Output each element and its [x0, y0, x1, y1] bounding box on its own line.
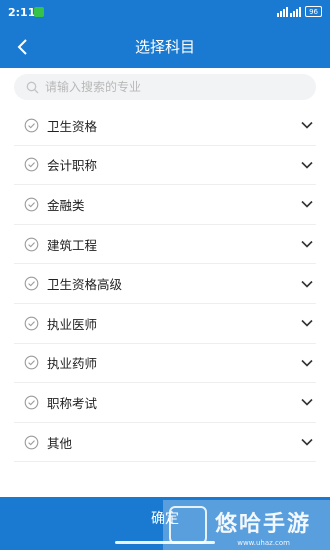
search-box[interactable] [14, 74, 316, 100]
notification-icon [34, 7, 44, 17]
check-circle-icon [24, 157, 39, 172]
check-circle-icon [24, 355, 39, 370]
status-bar: 2:11 96 [0, 0, 330, 26]
subject-label: 金融类 [47, 197, 85, 213]
subject-item[interactable]: 执业医师 [14, 304, 316, 344]
check-circle-icon [24, 316, 39, 331]
chevron-left-icon [17, 39, 27, 55]
home-indicator [115, 541, 215, 544]
chevron-down-icon[interactable] [300, 118, 314, 132]
back-button[interactable] [6, 31, 38, 63]
subject-item[interactable]: 其他 [14, 423, 316, 463]
status-icons: 96 [277, 6, 322, 17]
watermark-text: 悠哈手游 [215, 512, 312, 537]
check-circle-icon [24, 435, 39, 450]
subject-item[interactable]: 执业药师 [14, 344, 316, 384]
check-circle-icon [24, 395, 39, 410]
watermark-url: www.uhaz.com [237, 539, 290, 547]
subject-label: 其他 [47, 435, 73, 451]
status-time: 2:11 [8, 6, 36, 19]
subject-item[interactable]: 会计职称 [14, 146, 316, 186]
check-circle-icon [24, 197, 39, 212]
subject-list: 卫生资格 会计职称 金融类 建筑工程 卫生资格高级 执业医师 执业药师 职称考试 [0, 106, 330, 463]
chevron-down-icon[interactable] [300, 237, 314, 251]
subject-label: 建筑工程 [47, 237, 98, 253]
signal-icon [277, 6, 302, 17]
watermark-logo-icon [169, 506, 207, 544]
page-title: 选择科目 [134, 38, 195, 56]
battery-icon: 96 [305, 6, 322, 17]
subject-item[interactable]: 职称考试 [14, 383, 316, 423]
chevron-down-icon[interactable] [300, 197, 314, 211]
check-circle-icon [24, 276, 39, 291]
check-circle-icon [24, 118, 39, 133]
chevron-down-icon[interactable] [300, 435, 314, 449]
search-input[interactable] [45, 80, 285, 94]
subject-item[interactable]: 卫生资格 [14, 106, 316, 146]
subject-label: 会计职称 [47, 158, 98, 174]
search-bar [0, 68, 330, 106]
chevron-down-icon[interactable] [300, 356, 314, 370]
chevron-down-icon[interactable] [300, 316, 314, 330]
check-circle-icon [24, 237, 39, 252]
subject-item[interactable]: 建筑工程 [14, 225, 316, 265]
subject-label: 执业医师 [47, 316, 98, 332]
subject-item[interactable]: 金融类 [14, 185, 316, 225]
app-bar: 选择科目 [0, 26, 330, 68]
subject-label: 卫生资格 [47, 118, 98, 134]
chevron-down-icon[interactable] [300, 277, 314, 291]
search-icon [26, 81, 39, 93]
subject-label: 执业药师 [47, 356, 98, 372]
subject-label: 卫生资格高级 [47, 277, 123, 293]
chevron-down-icon[interactable] [300, 395, 314, 409]
subject-item[interactable]: 卫生资格高级 [14, 264, 316, 304]
subject-label: 职称考试 [47, 395, 98, 411]
chevron-down-icon[interactable] [300, 158, 314, 172]
